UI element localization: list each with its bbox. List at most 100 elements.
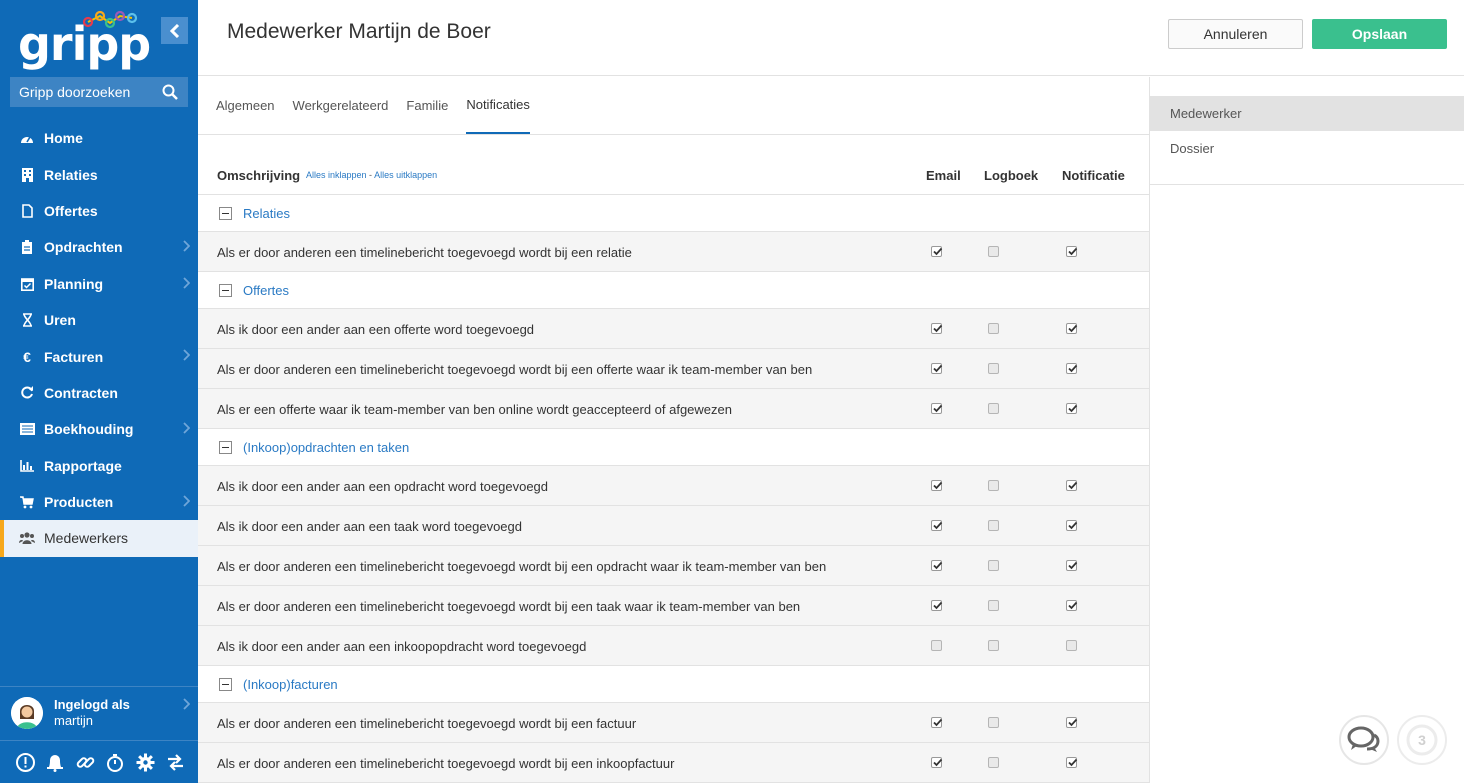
notification-checkbox[interactable]: [1066, 717, 1078, 728]
nav-item-label: Relaties: [44, 166, 98, 183]
nav-item-planning[interactable]: Planning: [0, 266, 198, 302]
nav-item-home[interactable]: Home: [0, 120, 198, 156]
logbook-checkbox[interactable]: [988, 323, 999, 334]
group-label[interactable]: Offertes: [243, 283, 289, 298]
notification-checkbox[interactable]: [1066, 480, 1078, 491]
save-button[interactable]: Opslaan: [1312, 19, 1447, 49]
email-checkbox[interactable]: [931, 363, 943, 374]
notification-checkbox[interactable]: [1066, 520, 1078, 531]
logbook-checkbox[interactable]: [988, 600, 999, 611]
clipboard-icon: [19, 239, 35, 255]
tab-notificaties[interactable]: Notificaties: [466, 76, 530, 134]
tab-bar: Algemeen Werkgerelateerd Familie Notific…: [198, 77, 1149, 135]
tab-algemeen[interactable]: Algemeen: [216, 76, 275, 134]
chevron-left-icon: [169, 23, 179, 38]
nav-item-relaties[interactable]: Relaties: [0, 156, 198, 192]
logbook-checkbox[interactable]: [988, 480, 999, 491]
gear-icon[interactable]: [135, 752, 155, 772]
email-checkbox[interactable]: [931, 757, 943, 768]
user-name: martijn: [54, 712, 94, 728]
group-header: Relaties: [198, 195, 1149, 232]
timer-icon[interactable]: [105, 752, 125, 772]
expand-all-link[interactable]: Alles uitklappen: [374, 170, 437, 180]
nav-item-label: Rapportage: [44, 457, 122, 474]
nav-item-medewerkers[interactable]: Medewerkers: [0, 520, 198, 557]
notifications-table: Omschrijving Alles inklappen - Alles uit…: [198, 155, 1149, 783]
search-icon[interactable]: [162, 84, 178, 100]
section-item-medewerker[interactable]: Medewerker: [1150, 96, 1464, 131]
calendar-icon: [19, 276, 35, 292]
nav-item-label: Offertes: [44, 202, 98, 219]
search-box: [10, 77, 188, 107]
checkmark-icon: [1068, 364, 1078, 373]
cancel-button[interactable]: Annuleren: [1168, 19, 1303, 49]
alert-icon[interactable]: [15, 752, 35, 772]
logbook-checkbox[interactable]: [988, 640, 999, 651]
nav-item-producten[interactable]: Producten: [0, 484, 198, 520]
checkmark-icon: [1068, 561, 1078, 570]
main-nav: Home Relaties Offertes Opdrachten Planni…: [0, 120, 198, 557]
collapse-sidebar-button[interactable]: [161, 17, 188, 44]
checkmark-icon: [933, 404, 943, 413]
notification-checkbox[interactable]: [1066, 640, 1077, 651]
checkmark-icon: [933, 718, 943, 727]
chevron-right-icon: [183, 276, 190, 289]
collapse-all-link[interactable]: Alles inklappen: [306, 170, 367, 180]
logbook-checkbox[interactable]: [988, 717, 999, 728]
cart-icon: [19, 494, 35, 510]
collapse-toggle-icon[interactable]: [219, 441, 232, 454]
notification-checkbox[interactable]: [1066, 323, 1078, 334]
link-icon[interactable]: [75, 752, 95, 772]
email-checkbox[interactable]: [931, 323, 943, 334]
notification-checkbox[interactable]: [1066, 246, 1078, 257]
collapse-toggle-icon[interactable]: [219, 207, 232, 220]
sidebar-footer: [0, 740, 198, 783]
users-icon: [19, 530, 35, 546]
notification-checkbox[interactable]: [1066, 560, 1078, 571]
notification-checkbox[interactable]: [1066, 403, 1078, 414]
nav-item-uren[interactable]: Uren: [0, 302, 198, 338]
nav-item-opdrachten[interactable]: Opdrachten: [0, 229, 198, 265]
email-checkbox[interactable]: [931, 640, 942, 651]
email-checkbox[interactable]: [931, 717, 943, 728]
collapse-toggle-icon[interactable]: [219, 284, 232, 297]
email-checkbox[interactable]: [931, 520, 943, 531]
logbook-checkbox[interactable]: [988, 403, 999, 414]
nav-item-rapportage[interactable]: Rapportage: [0, 448, 198, 484]
switch-icon[interactable]: [165, 752, 185, 772]
nav-item-label: Facturen: [44, 348, 104, 365]
section-item-dossier[interactable]: Dossier: [1150, 131, 1464, 166]
email-checkbox[interactable]: [931, 560, 943, 571]
group-label[interactable]: (Inkoop)facturen: [243, 677, 338, 692]
page-header: Medewerker Martijn de Boer Annuleren Ops…: [198, 0, 1464, 76]
tab-familie[interactable]: Familie: [406, 76, 448, 134]
notification-checkbox[interactable]: [1066, 600, 1078, 611]
collapse-toggle-icon[interactable]: [219, 678, 232, 691]
logbook-checkbox[interactable]: [988, 560, 999, 571]
search-input[interactable]: [19, 84, 159, 100]
logbook-checkbox[interactable]: [988, 363, 999, 374]
chat-button[interactable]: [1339, 715, 1389, 765]
user-menu[interactable]: Ingelogd als martijn: [0, 686, 198, 738]
email-checkbox[interactable]: [931, 246, 943, 257]
logbook-checkbox[interactable]: [988, 246, 999, 257]
nav-item-contracten[interactable]: Contracten: [0, 375, 198, 411]
group-label[interactable]: Relaties: [243, 206, 290, 221]
group-label[interactable]: (Inkoop)opdrachten en taken: [243, 440, 409, 455]
nav-item-boekhouding[interactable]: Boekhouding: [0, 411, 198, 447]
nav-item-facturen[interactable]: € Facturen: [0, 338, 198, 374]
nav-item-label: Medewerkers: [44, 530, 129, 547]
email-checkbox[interactable]: [931, 403, 943, 414]
tab-werkgerelateerd[interactable]: Werkgerelateerd: [293, 76, 389, 134]
checkmark-icon: [933, 481, 943, 490]
email-checkbox[interactable]: [931, 480, 943, 491]
notification-checkbox[interactable]: [1066, 363, 1078, 374]
logbook-checkbox[interactable]: [988, 520, 999, 531]
notification-checkbox[interactable]: [1066, 757, 1078, 768]
logbook-checkbox[interactable]: [988, 757, 999, 768]
table-row: Als ik door een ander aan een opdracht w…: [198, 466, 1149, 506]
nav-item-offertes[interactable]: Offertes: [0, 193, 198, 229]
email-checkbox[interactable]: [931, 600, 943, 611]
notification-counter-button[interactable]: 3: [1397, 715, 1447, 765]
bell-icon[interactable]: [45, 752, 65, 772]
